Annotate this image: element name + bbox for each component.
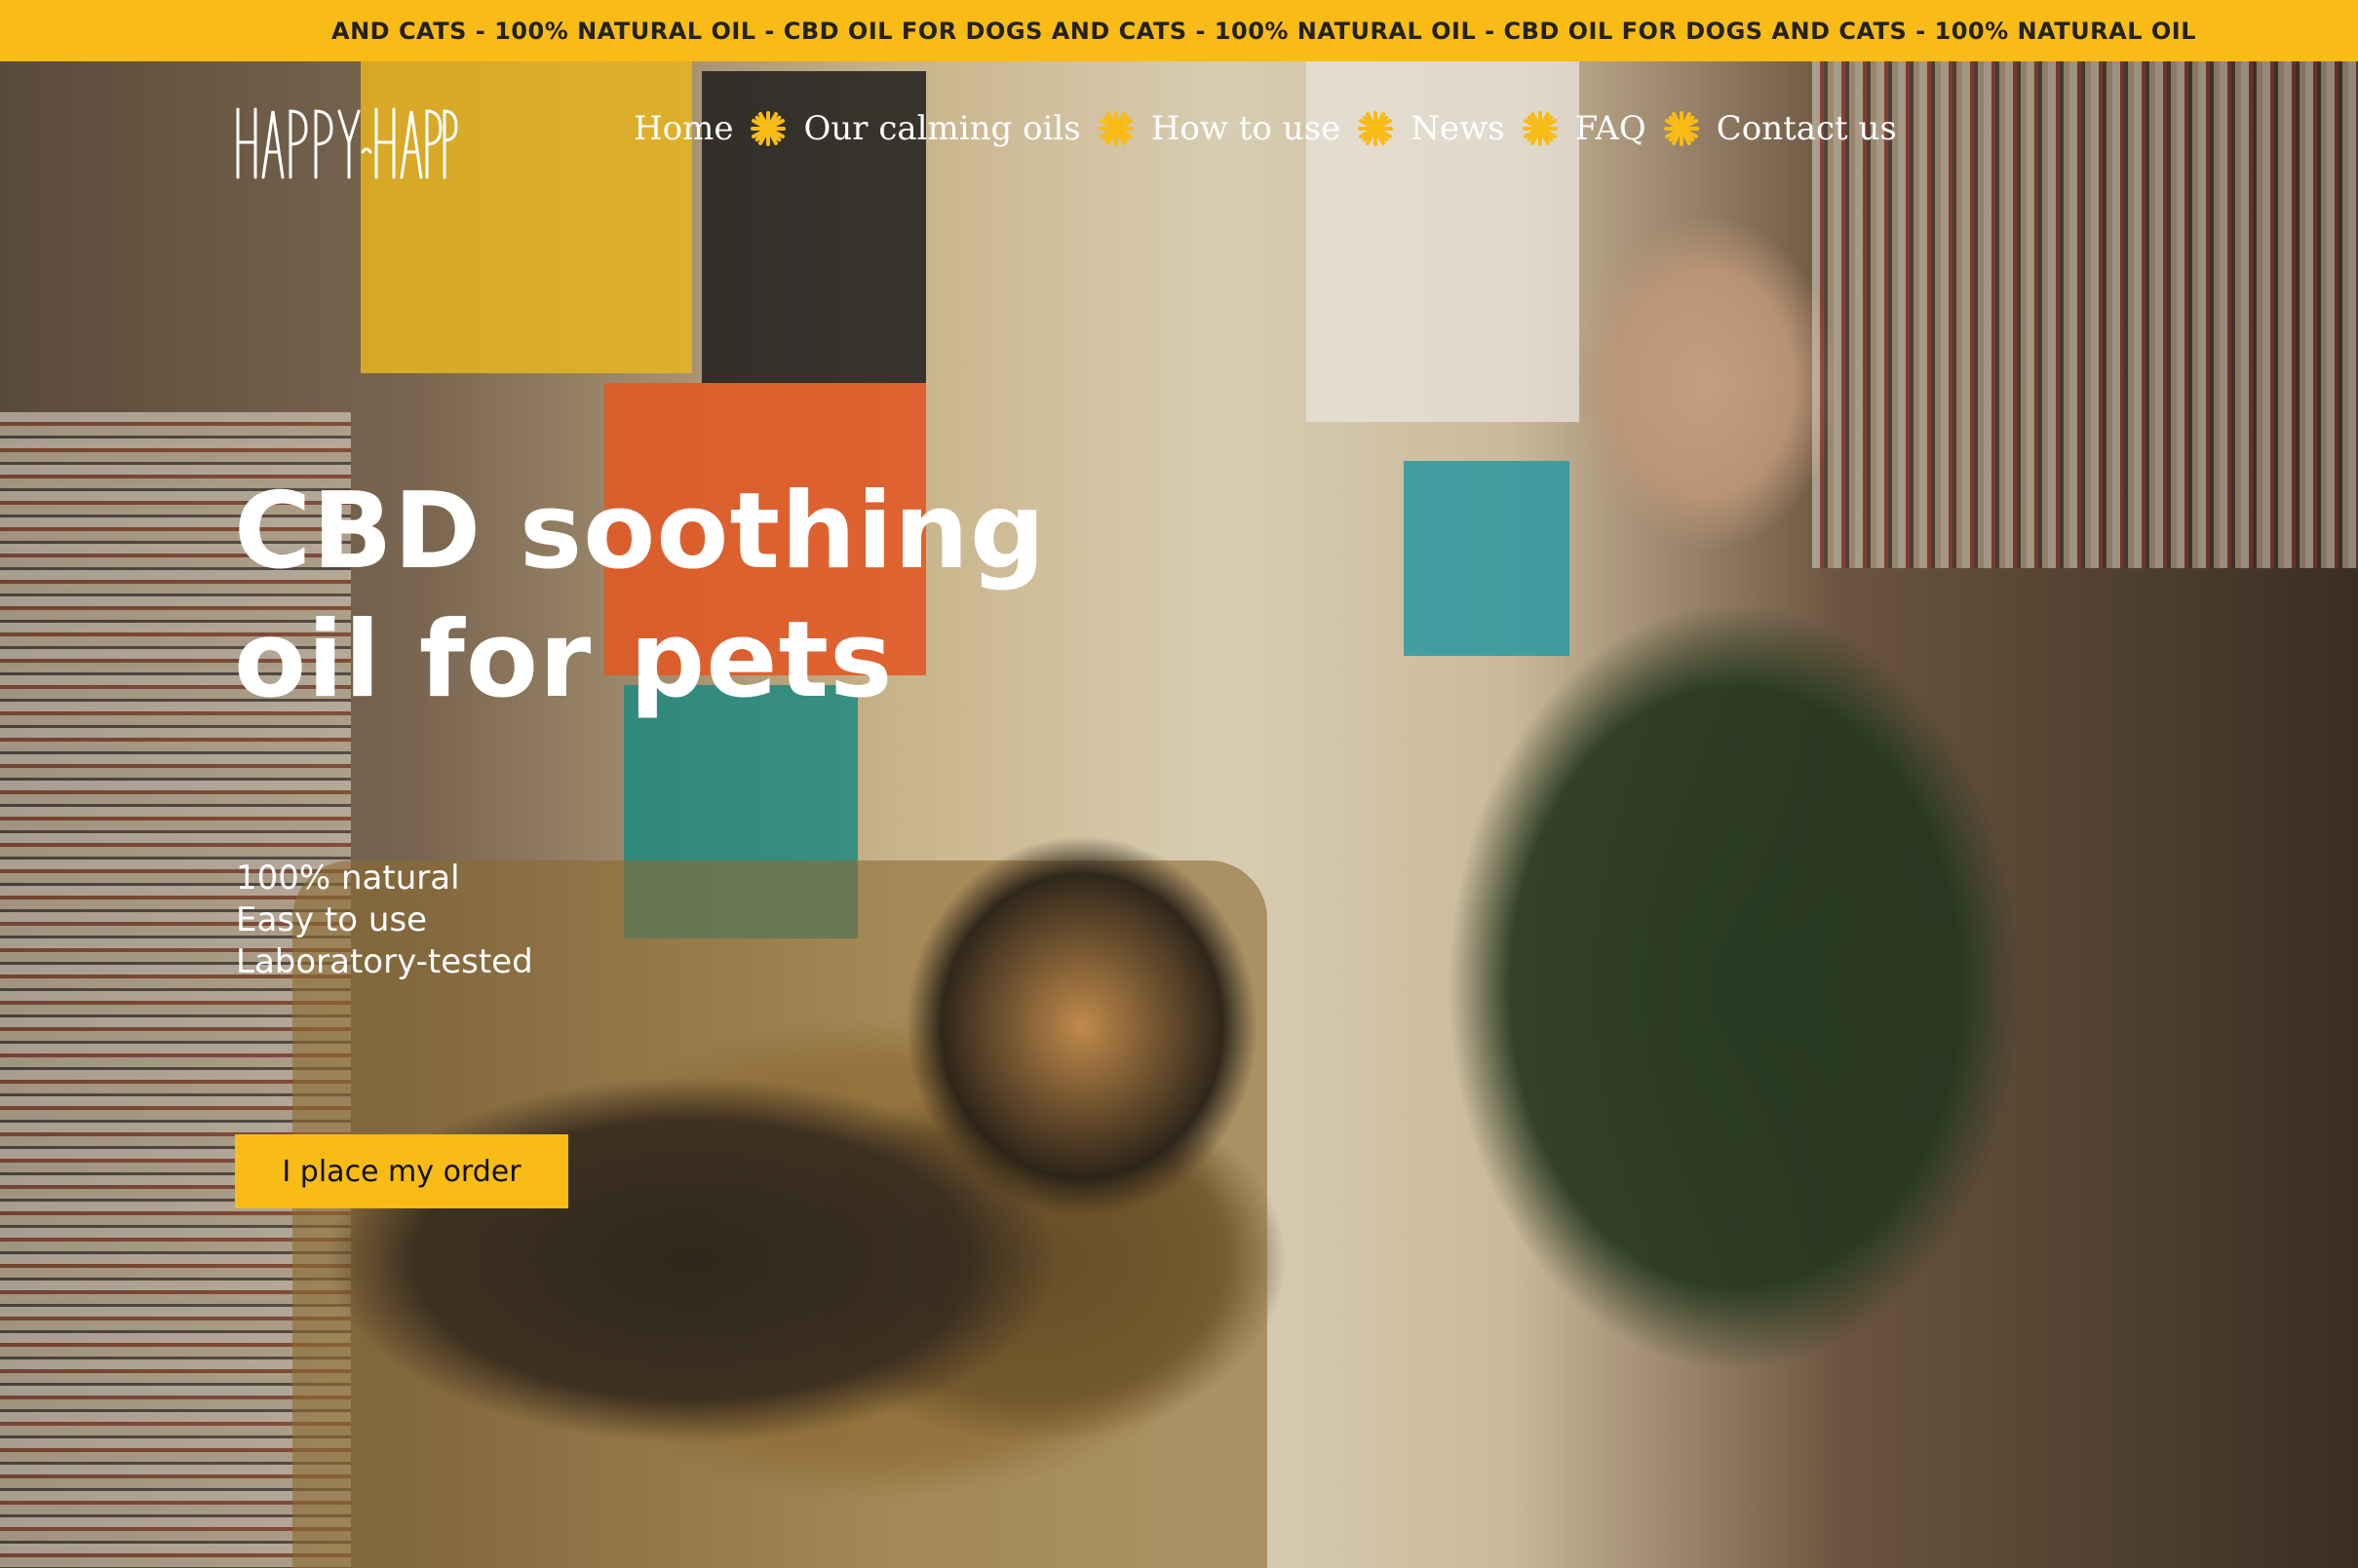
nav-home[interactable]: Home <box>634 109 733 148</box>
feature-item: 100% natural <box>236 859 460 898</box>
hero-section <box>0 61 2358 1568</box>
background-poster <box>1404 461 1569 656</box>
feature-list: 100% natural Easy to use Laboratory-test… <box>236 858 533 983</box>
hero-headline: CBD soothing oil for pets <box>234 468 1111 725</box>
announcement-ticker: AND CATS - 100% NATURAL OIL - CBD OIL FO… <box>0 0 2358 61</box>
nav-contact-us[interactable]: Contact us <box>1717 109 1897 148</box>
place-order-button[interactable]: I place my order <box>235 1134 568 1208</box>
feature-item: Laboratory-tested <box>236 942 533 981</box>
main-navigation: Home Our calming oils How to use News FA… <box>634 109 1897 148</box>
feature-item: Easy to use <box>236 900 428 939</box>
nav-how-to-use[interactable]: How to use <box>1151 109 1340 148</box>
hero-headline-line2: oil for pets <box>234 599 894 721</box>
nav-news[interactable]: News <box>1411 109 1504 148</box>
nav-our-calming-oils[interactable]: Our calming oils <box>803 109 1080 148</box>
sun-flower-icon <box>1663 111 1699 146</box>
sun-flower-icon <box>1358 111 1394 146</box>
ticker-text: AND CATS - 100% NATURAL OIL - CBD OIL FO… <box>331 17 2196 45</box>
sun-flower-icon <box>1098 111 1134 146</box>
nav-faq[interactable]: FAQ <box>1575 109 1646 148</box>
sun-flower-icon <box>1522 111 1558 146</box>
hero-headline-line1: CBD soothing <box>234 471 1047 593</box>
happy-happy-logo[interactable] <box>234 99 460 183</box>
sun-flower-icon <box>751 111 787 146</box>
